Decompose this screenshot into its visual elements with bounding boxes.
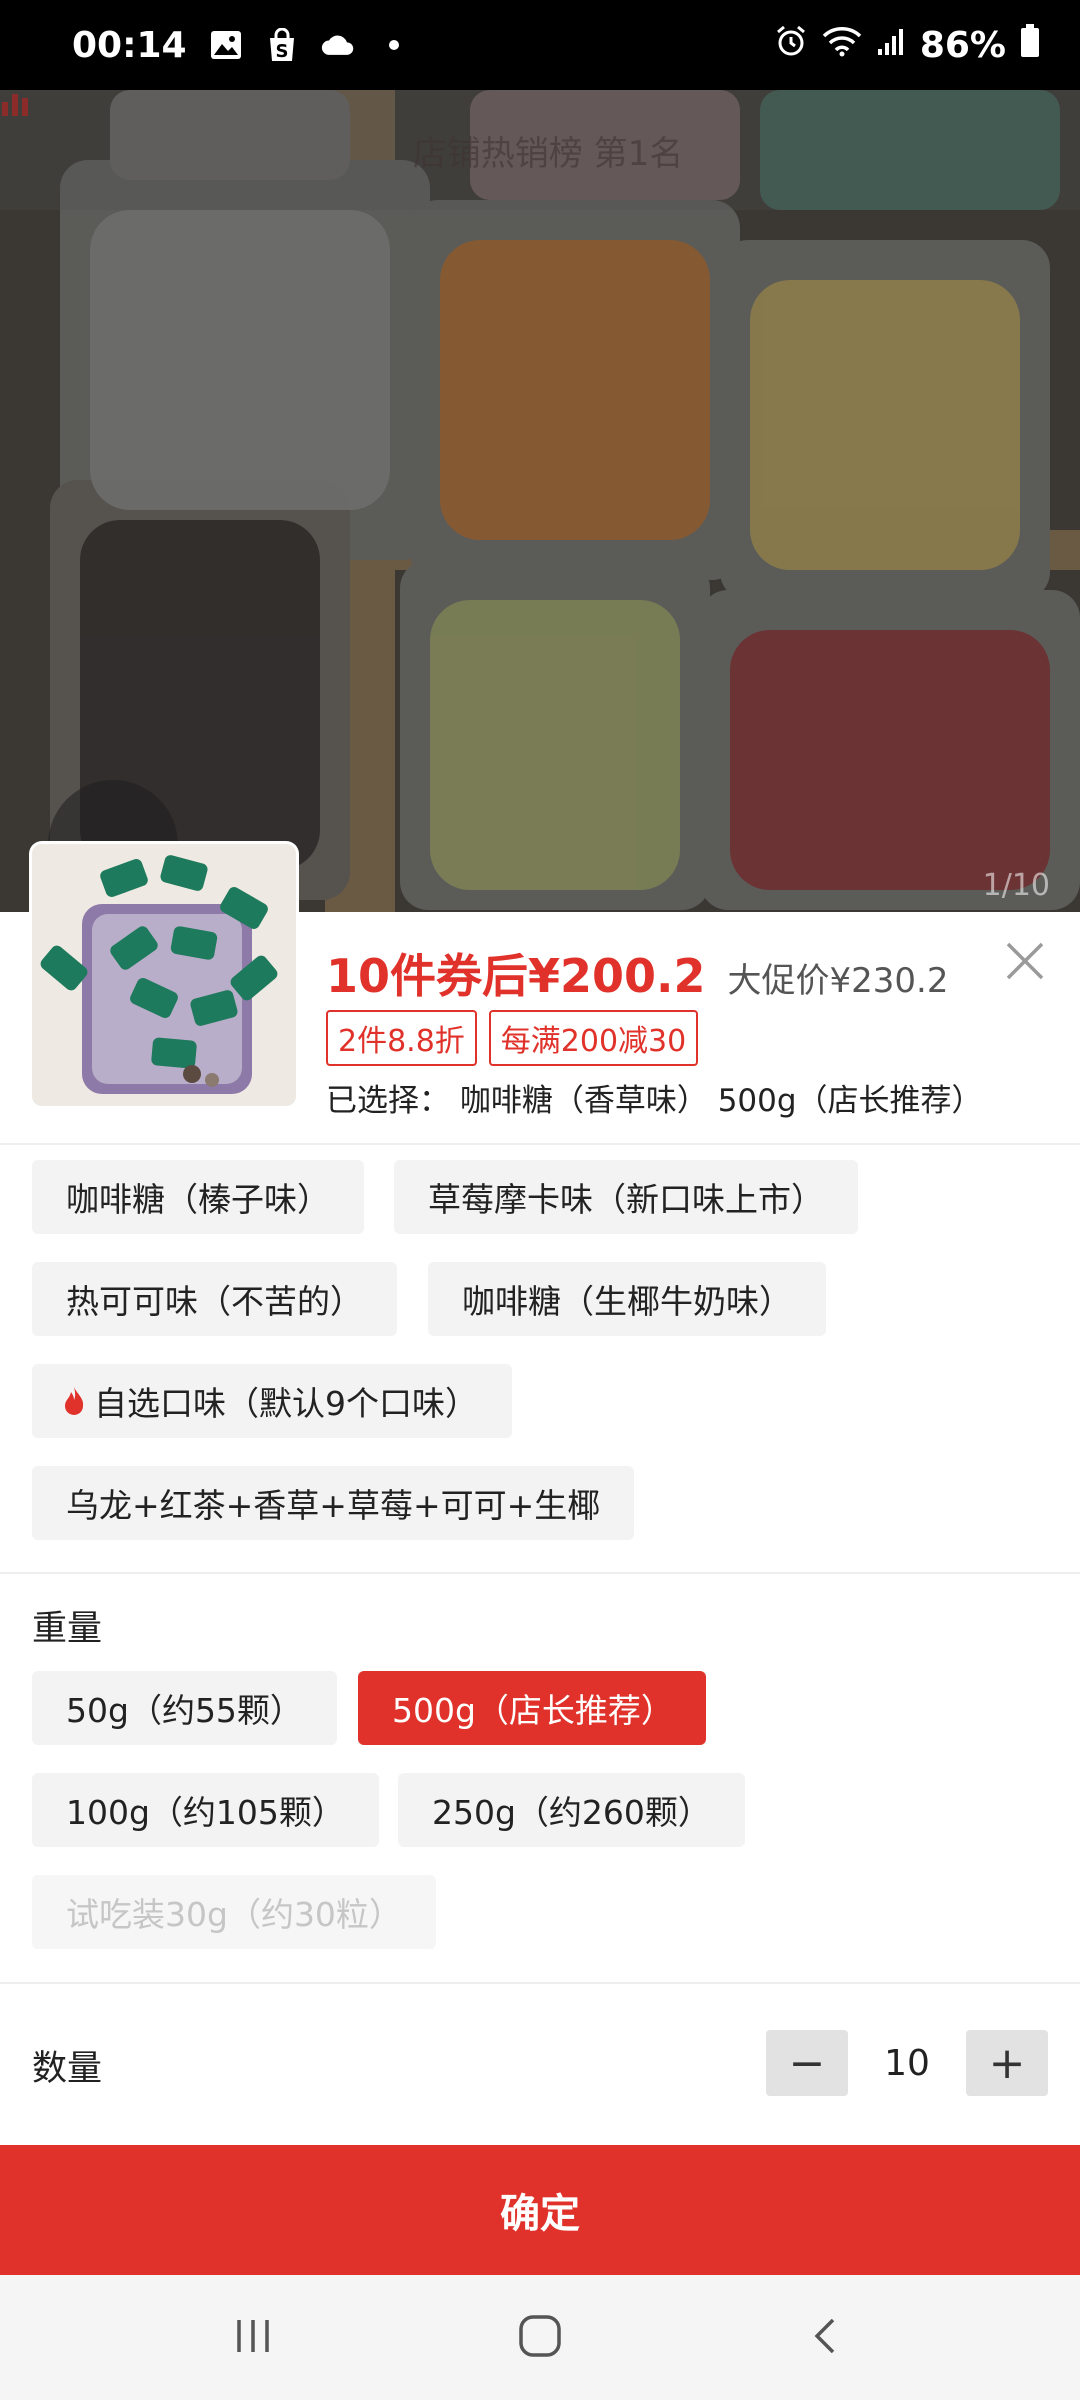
product-photo[interactable]: 店铺热销榜 第1名 1/10 — [0, 90, 1080, 912]
price-row: 10件券后¥200.2 大促价¥230.2 — [326, 940, 949, 1006]
flavor-option-label: 热可可味（不苦的） — [66, 1282, 363, 1321]
divider — [0, 1572, 1080, 1574]
recent-apps-icon[interactable] — [231, 2314, 275, 2362]
flavor-option-label: 草莓摩卡味（新口味上市） — [428, 1180, 824, 1219]
alarm-icon — [774, 24, 808, 67]
confirm-button[interactable]: 确定 — [0, 2145, 1080, 2275]
signal-icon — [876, 25, 906, 66]
wifi-icon — [822, 25, 862, 66]
weight-option-label: 500g（店长推荐） — [392, 1691, 674, 1730]
flavor-option[interactable]: 咖啡糖（榛子味） — [32, 1160, 364, 1234]
sku-thumbnail[interactable] — [32, 844, 296, 1106]
photo-counter: 1/10 — [982, 868, 1050, 903]
battery-icon — [1020, 23, 1040, 67]
flame-icon — [62, 1386, 86, 1416]
rank-banner-text: 店铺热销榜 第1名 — [412, 133, 684, 174]
system-nav-bar — [0, 2275, 1080, 2400]
promo-tags: 2件8.8折 每满200减30 — [326, 1010, 699, 1066]
weight-option-disabled: 试吃装30g（约30粒） — [32, 1875, 436, 1949]
flavor-option[interactable]: 热可可味（不苦的） — [32, 1262, 397, 1336]
weight-option[interactable]: 250g（约260颗） — [398, 1773, 745, 1847]
home-icon[interactable] — [517, 2313, 563, 2363]
divider — [0, 1982, 1080, 1984]
image-icon — [209, 28, 243, 62]
promo-price: 大促价¥230.2 — [727, 961, 949, 1001]
close-icon — [1006, 942, 1044, 980]
cloud-icon — [321, 28, 355, 62]
weight-option-label: 试吃装30g（约30粒） — [66, 1895, 402, 1934]
promo-tag-threshold: 每满200减30 — [488, 1010, 699, 1066]
coupon-price: 10件券后¥200.2 — [326, 949, 706, 1003]
flavor-option[interactable]: 乌龙+红茶+香草+草莓+可可+生椰 — [32, 1466, 635, 1540]
weight-option-label: 100g（约105颗） — [66, 1793, 345, 1832]
weight-option[interactable]: 100g（约105颗） — [32, 1773, 379, 1847]
divider — [0, 1143, 1080, 1145]
weight-option[interactable]: 50g（约55颗） — [32, 1671, 337, 1745]
selected-summary: 已选择： 咖啡糖（香草味） 500g（店长推荐） — [326, 1083, 983, 1119]
quantity-value[interactable]: 10 — [848, 2043, 966, 2084]
thumbnail-image — [32, 844, 296, 1106]
flavor-option-label: 咖啡糖（生椰牛奶味） — [462, 1282, 792, 1321]
status-bar: 00:14 S 86% — [0, 0, 1080, 90]
flavor-option-label: 咖啡糖（榛子味） — [66, 1180, 330, 1219]
flavor-option[interactable]: 自选口味（默认9个口味） — [32, 1364, 512, 1438]
decrease-quantity-button[interactable]: − — [766, 2030, 848, 2096]
status-time: 00:14 — [72, 24, 187, 66]
increase-quantity-button[interactable]: + — [966, 2030, 1048, 2096]
quantity-stepper: − 10 + — [766, 2030, 1048, 2096]
weight-option-label: 250g（约260颗） — [432, 1793, 711, 1832]
rank-banner[interactable]: 店铺热销榜 第1名 — [0, 90, 1080, 210]
flavor-option-label: 乌龙+红茶+香草+草莓+可可+生椰 — [66, 1486, 601, 1525]
promo-tag-discount: 2件8.8折 — [326, 1010, 477, 1066]
candy-trays-illustration — [0, 90, 1080, 912]
back-icon[interactable] — [805, 2314, 849, 2362]
dot-icon — [377, 28, 411, 62]
svg-text:S: S — [275, 41, 288, 62]
weight-section-title: 重量 — [32, 1609, 103, 1649]
weight-option-selected[interactable]: 500g（店长推荐） — [358, 1671, 706, 1745]
battery-percent: 86% — [919, 24, 1006, 66]
flavor-option-label: 自选口味（默认9个口味） — [94, 1384, 478, 1423]
flavor-option[interactable]: 咖啡糖（生椰牛奶味） — [428, 1262, 826, 1336]
weight-option-label: 50g（约55颗） — [66, 1691, 303, 1730]
close-button[interactable] — [1000, 936, 1050, 986]
shop-icon: S — [265, 28, 299, 62]
flavor-option[interactable]: 草莓摩卡味（新口味上市） — [394, 1160, 858, 1234]
quantity-label: 数量 — [32, 2049, 103, 2089]
